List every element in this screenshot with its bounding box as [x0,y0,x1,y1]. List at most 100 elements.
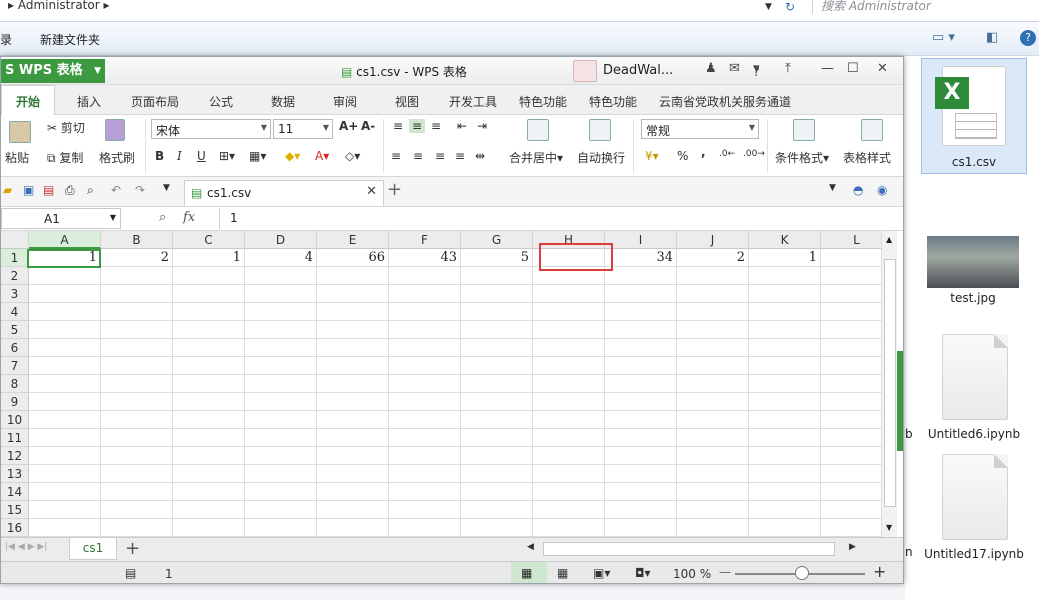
cell-a3[interactable] [29,285,101,303]
cell-h10[interactable] [533,411,605,429]
cell-a9[interactable] [29,393,101,411]
conditional-format-button[interactable]: 条件格式▾ [775,149,829,166]
row-header-12[interactable]: 12 [1,447,29,465]
cell-i3[interactable] [605,285,677,303]
cell-b9[interactable] [101,393,173,411]
chat-icon[interactable]: ✉ [729,61,740,76]
tab-view[interactable]: 视图 [395,93,419,110]
toolbar-fragment[interactable]: 录 [0,31,12,48]
paste-button[interactable]: 粘贴 [5,149,29,166]
cell-a16[interactable] [29,519,101,537]
cut-button[interactable]: ✂ 剪切 [47,119,85,136]
cell-f9[interactable] [389,393,461,411]
cell-l10[interactable] [821,411,881,429]
tab-developer[interactable]: 开发工具 [449,93,497,110]
cell-i12[interactable] [605,447,677,465]
cell-i13[interactable] [605,465,677,483]
cell-d8[interactable] [245,375,317,393]
tab-yunnan-channel[interactable]: 云南省党政机关服务通道 [659,93,791,110]
cell-e5[interactable] [317,321,389,339]
cell-e12[interactable] [317,447,389,465]
row-header-8[interactable]: 8 [1,375,29,393]
cell-c16[interactable] [173,519,245,537]
cell-k9[interactable] [749,393,821,411]
file-cs1-csv[interactable]: X cs1.csv [922,60,1026,174]
new-folder-button[interactable]: 新建文件夹 [40,31,100,48]
close-button[interactable]: ✕ [877,61,888,76]
distributed-icon[interactable]: ⇹ [475,149,485,163]
cell-h16[interactable] [533,519,605,537]
cell-k5[interactable] [749,321,821,339]
cell-c2[interactable] [173,267,245,285]
increase-decimal-icon[interactable]: .0← [719,149,735,159]
row-header-10[interactable]: 10 [1,411,29,429]
cell-k8[interactable] [749,375,821,393]
table-style-button[interactable]: 表格样式 [843,149,891,166]
column-header-d[interactable]: D [245,231,317,249]
vertical-scrollbar[interactable]: ▲ ▼ [881,231,897,537]
customize-dropdown-icon[interactable]: ▼ [163,183,170,193]
cell-h12[interactable] [533,447,605,465]
export-pdf-icon[interactable]: ▤ [43,183,54,197]
maximize-button[interactable]: ☐ [847,61,859,76]
cell-c13[interactable] [173,465,245,483]
cell-e16[interactable] [317,519,389,537]
scroll-right-icon[interactable]: ▶ [849,542,856,552]
row-header-7[interactable]: 7 [1,357,29,375]
insert-function-button[interactable]: fx [183,210,195,225]
cell-e1[interactable]: 66 [317,249,389,267]
cell-b8[interactable] [101,375,173,393]
cell-f2[interactable] [389,267,461,285]
cell-j14[interactable] [677,483,749,501]
cell-l4[interactable] [821,303,881,321]
align-left-icon[interactable]: ≡ [391,149,401,163]
page-break-view-icon[interactable]: ▣▾ [593,566,610,580]
align-top-icon[interactable]: ≡ [393,119,403,133]
cell-a2[interactable] [29,267,101,285]
cell-f1[interactable]: 43 [389,249,461,267]
cell-j8[interactable] [677,375,749,393]
cloud-icon[interactable]: ◓ [853,183,863,197]
cell-b13[interactable] [101,465,173,483]
row-header-5[interactable]: 5 [1,321,29,339]
explorer-address-bar[interactable]: ▸ Administrator ▸ ▼ ↻ 搜索 Administrator [0,0,1039,22]
percent-button[interactable]: % [677,149,688,163]
cell-c8[interactable] [173,375,245,393]
cell-c12[interactable] [173,447,245,465]
cell-a13[interactable] [29,465,101,483]
cell-i4[interactable] [605,303,677,321]
redo-icon[interactable]: ↷ [135,183,145,197]
cell-a8[interactable] [29,375,101,393]
cell-g9[interactable] [461,393,533,411]
cell-k1[interactable]: 1 [749,249,821,267]
cell-j10[interactable] [677,411,749,429]
underline-button[interactable]: U [197,149,206,163]
column-header-l[interactable]: L [821,231,881,249]
cell-f15[interactable] [389,501,461,519]
scroll-up-icon[interactable]: ▲ [886,235,892,244]
row-header-11[interactable]: 11 [1,429,29,447]
cell-j4[interactable] [677,303,749,321]
cell-f3[interactable] [389,285,461,303]
cell-d2[interactable] [245,267,317,285]
cell-g8[interactable] [461,375,533,393]
cell-g16[interactable] [461,519,533,537]
cell-i11[interactable] [605,429,677,447]
cell-b1[interactable]: 2 [101,249,173,267]
sheet-tab-cs1[interactable]: cs1 [69,538,117,560]
cell-c11[interactable] [173,429,245,447]
name-box[interactable]: A1 ▼ [1,208,121,229]
cell-e11[interactable] [317,429,389,447]
cell-l11[interactable] [821,429,881,447]
cell-h13[interactable] [533,465,605,483]
share-icon[interactable]: ◉ [877,183,887,197]
cell-k14[interactable] [749,483,821,501]
cell-d11[interactable] [245,429,317,447]
skin-shirt-icon[interactable]: ♟ [705,61,717,76]
cell-k16[interactable] [749,519,821,537]
fill-color-icon[interactable]: ◆▾ [285,149,300,163]
cell-k15[interactable] [749,501,821,519]
clear-format-icon[interactable]: ◇▾ [345,149,360,163]
cell-e2[interactable] [317,267,389,285]
cell-a14[interactable] [29,483,101,501]
